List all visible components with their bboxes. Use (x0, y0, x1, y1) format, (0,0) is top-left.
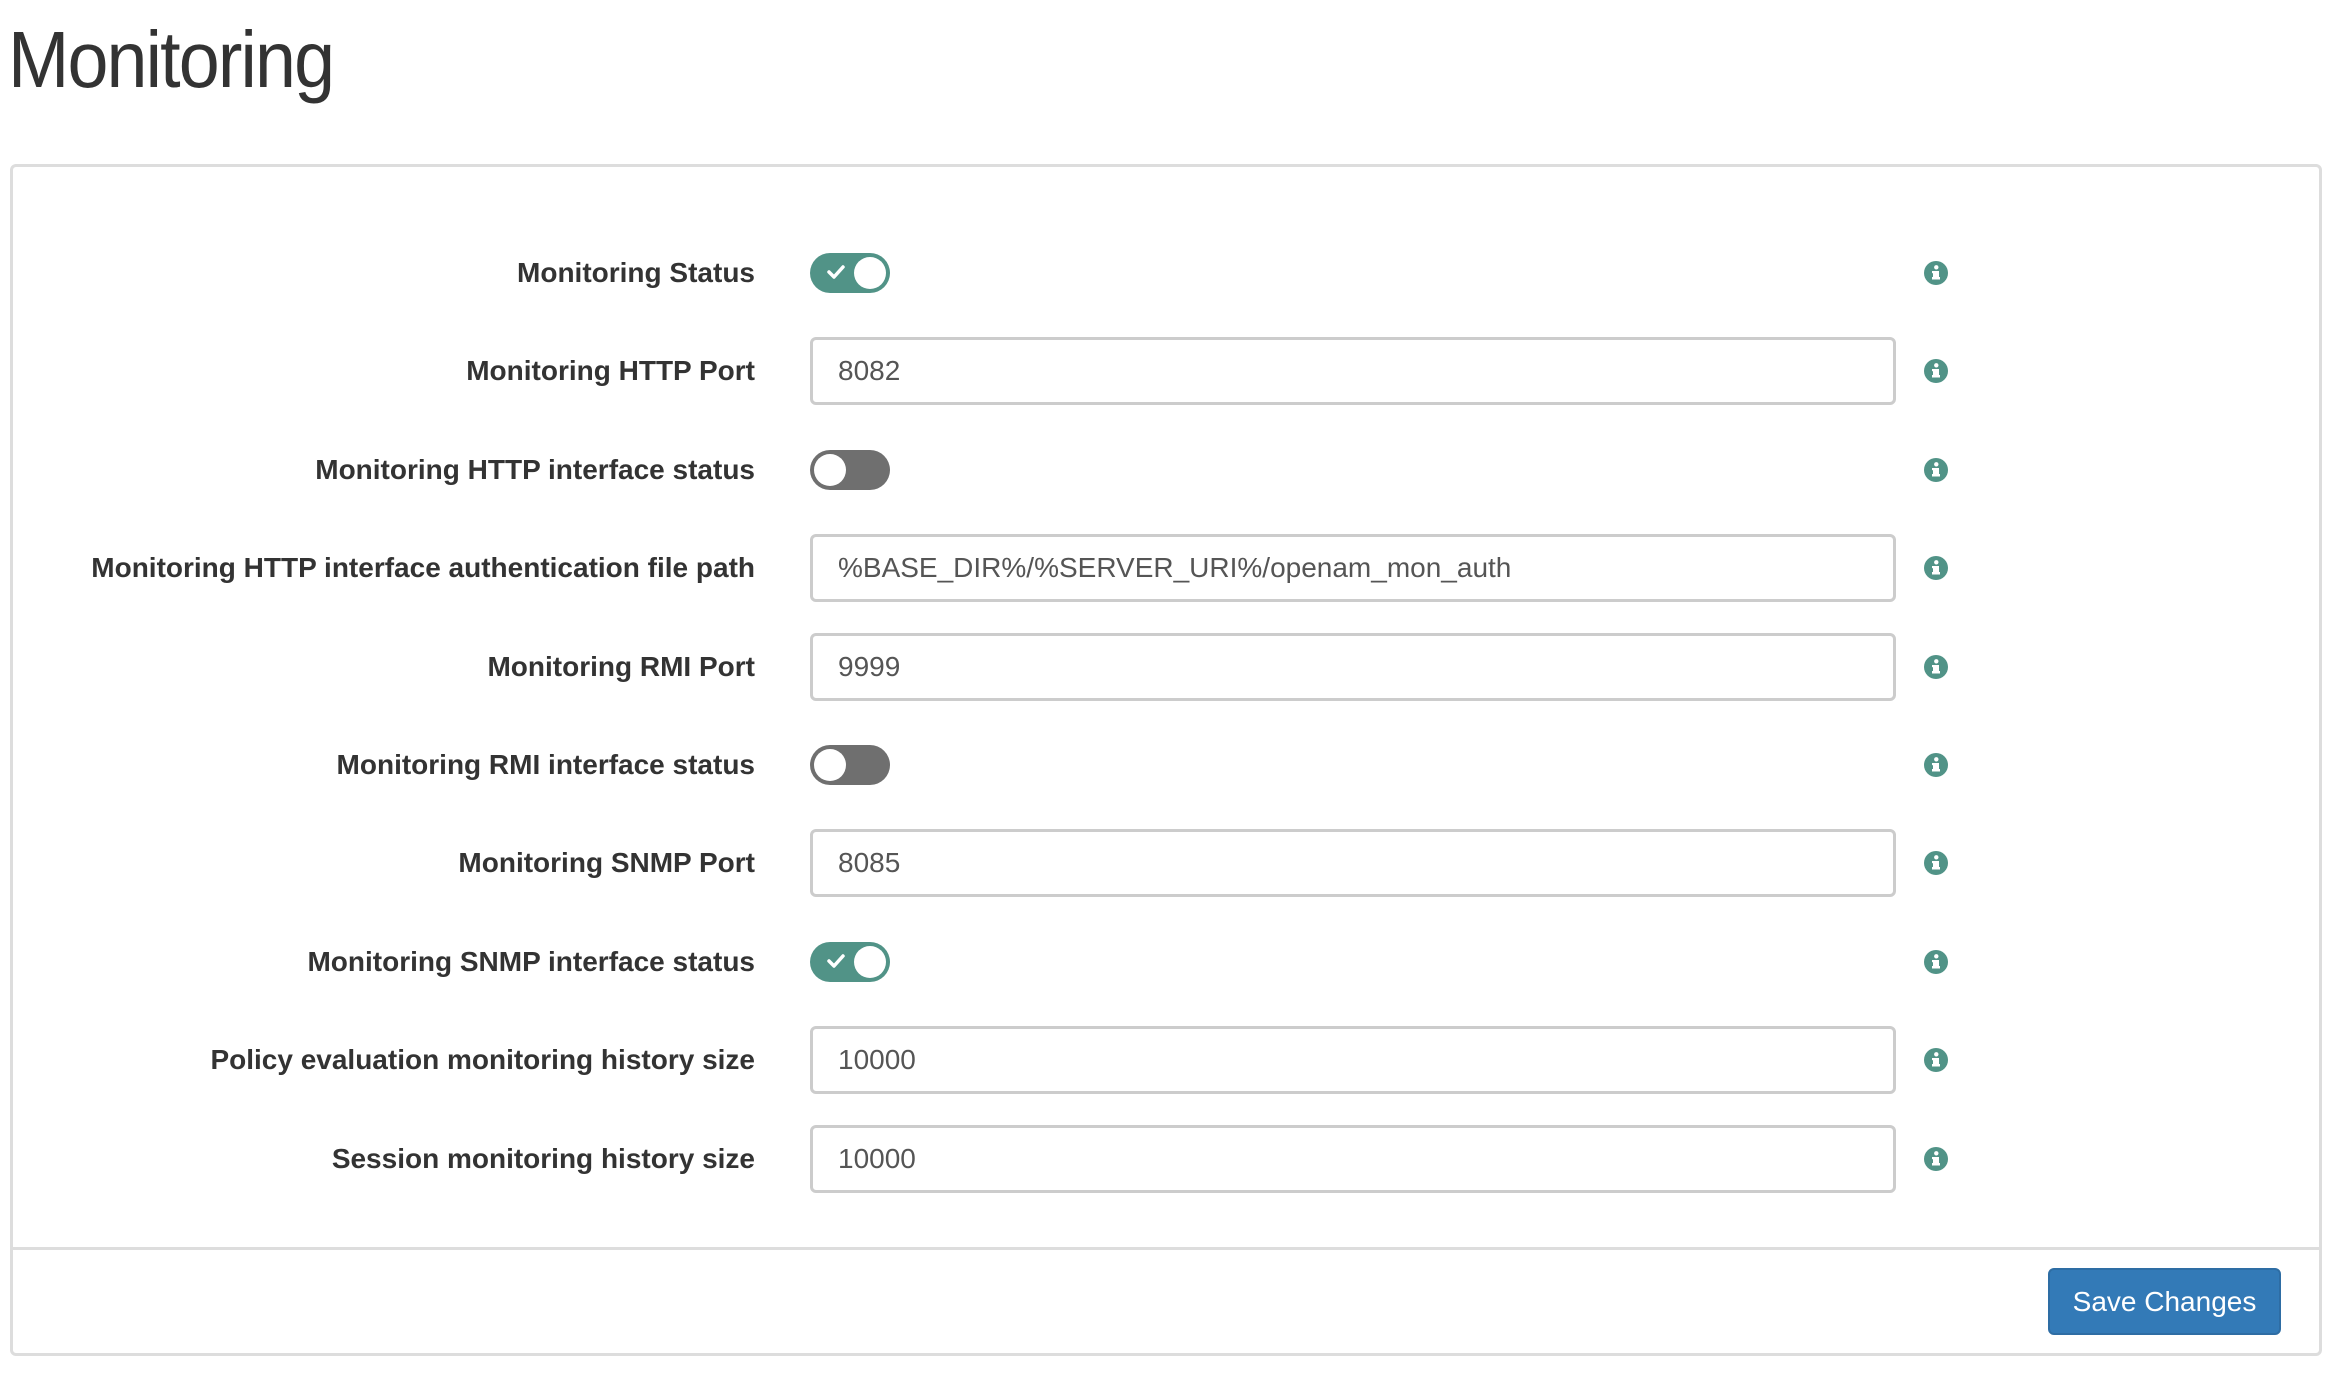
info-icon[interactable] (1924, 1048, 1948, 1073)
field-label: Monitoring RMI interface status (336, 749, 755, 780)
field-label: Session monitoring history size (331, 1142, 755, 1174)
check-icon (826, 951, 846, 971)
field-label: Monitoring Status (517, 257, 755, 288)
monitoring-http-interface-status-toggle[interactable] (810, 449, 890, 490)
form-row-policy-evaluation-monitoring-history-size: Policy evaluation monitoring history siz… (13, 1026, 2319, 1095)
field-label: Monitoring RMI Port (487, 650, 755, 682)
field-label: Policy evaluation monitoring history siz… (210, 1044, 755, 1076)
field-label: Monitoring SNMP Port (458, 847, 755, 879)
toggle-knob (854, 257, 886, 289)
panel-footer-divider (13, 1247, 2319, 1250)
monitoring-http-interface-authentication-file-path-input[interactable] (810, 534, 1896, 603)
policy-evaluation-monitoring-history-size-input[interactable] (810, 1026, 1896, 1095)
form-row-monitoring-http-interface-status: Monitoring HTTP interface status (13, 436, 2319, 504)
info-icon[interactable] (1924, 851, 1948, 876)
monitoring-status-toggle[interactable] (810, 253, 890, 293)
page-title: Monitoring (8, 15, 335, 104)
field-label: Monitoring SNMP interface status (307, 945, 755, 977)
toggle-knob (814, 453, 846, 486)
info-icon[interactable] (1924, 949, 1948, 974)
monitoring-http-port-input[interactable] (810, 337, 1896, 406)
info-icon[interactable] (1924, 261, 1948, 285)
monitoring-snmp-interface-status-toggle[interactable] (810, 941, 890, 982)
info-icon[interactable] (1924, 654, 1948, 679)
field-label: Monitoring HTTP Port (466, 355, 755, 387)
form-row-monitoring-http-port: Monitoring HTTP Port (13, 337, 2319, 406)
info-icon[interactable] (1924, 1146, 1948, 1171)
field-label: Monitoring HTTP interface authentication… (91, 552, 755, 584)
form-row-monitoring-status: Monitoring Status (13, 239, 2319, 307)
monitoring-settings-panel: Monitoring Status Monitoring HTTP Port Mon… (10, 164, 2322, 1356)
monitoring-rmi-port-input[interactable] (810, 632, 1896, 701)
form-row-session-monitoring-history-size: Session monitoring history size (13, 1124, 2319, 1193)
form-row-monitoring-rmi-port: Monitoring RMI Port (13, 632, 2319, 701)
check-icon (826, 262, 846, 282)
info-icon[interactable] (1924, 457, 1948, 482)
monitoring-rmi-interface-status-toggle[interactable] (810, 745, 890, 785)
form-row-monitoring-snmp-port: Monitoring SNMP Port (13, 829, 2319, 898)
field-label: Monitoring HTTP interface status (315, 453, 755, 485)
save-changes-button[interactable]: Save Changes (2048, 1268, 2281, 1335)
info-icon[interactable] (1924, 556, 1948, 581)
form-row-monitoring-snmp-interface-status: Monitoring SNMP interface status (13, 928, 2319, 996)
session-monitoring-history-size-input[interactable] (810, 1124, 1896, 1193)
form-row-monitoring-rmi-interface-status: Monitoring RMI interface status (13, 731, 2319, 799)
form-row-monitoring-http-interface-authentication-file-path: Monitoring HTTP interface authentication… (13, 534, 2319, 603)
info-icon[interactable] (1924, 359, 1948, 384)
info-icon[interactable] (1924, 753, 1948, 777)
toggle-knob (814, 749, 846, 781)
monitoring-snmp-port-input[interactable] (810, 829, 1896, 898)
toggle-knob (854, 945, 886, 978)
